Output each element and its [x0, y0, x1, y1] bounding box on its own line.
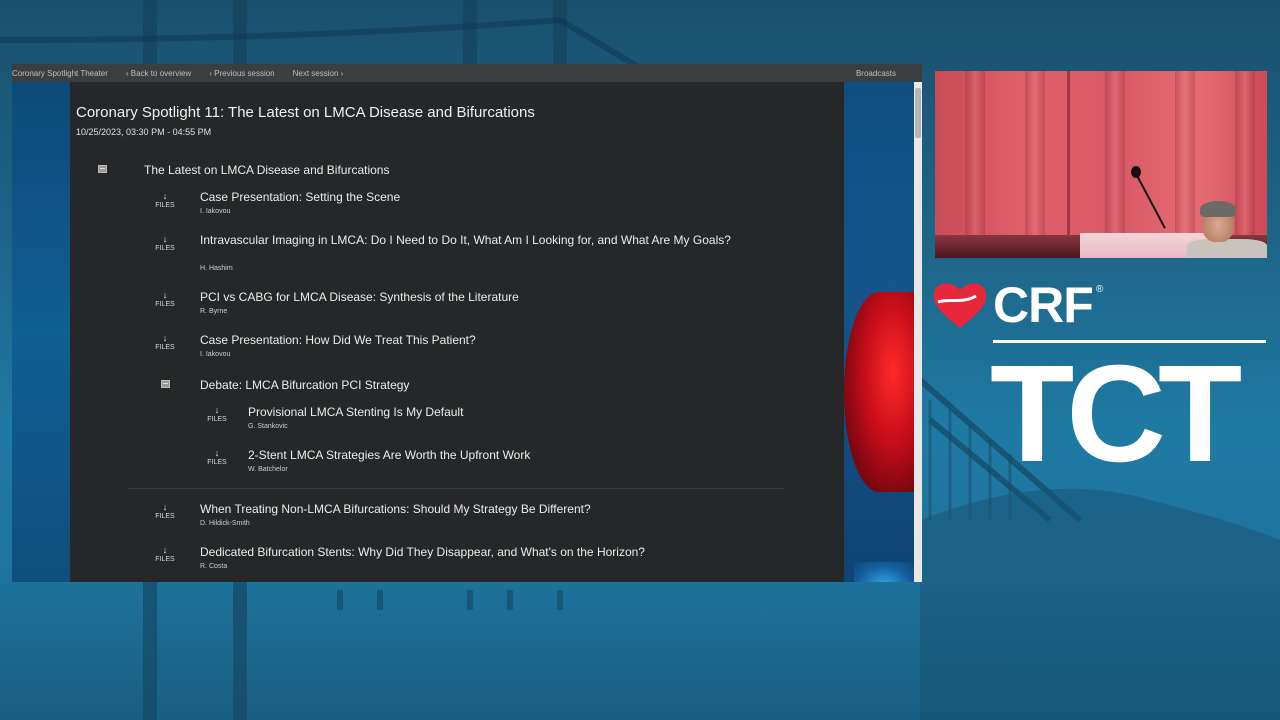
- files-download-button[interactable]: ↓ FILES: [152, 191, 178, 210]
- files-download-button[interactable]: ↓ FILES: [204, 448, 230, 467]
- presentation-title[interactable]: When Treating Non-LMCA Bifurcations: Sho…: [200, 502, 760, 516]
- download-arrow-icon: ↓: [162, 502, 168, 512]
- speaker-video-feed: [935, 71, 1267, 258]
- broadcasts-link[interactable]: Broadcasts: [856, 69, 896, 78]
- files-download-button[interactable]: ↓ FILES: [152, 545, 178, 564]
- curtain-seam: [1067, 71, 1070, 258]
- session-datetime: 10/25/2023, 03:30 PM - 04:55 PM: [76, 127, 212, 137]
- presentation-title[interactable]: Dedicated Bifurcation Stents: Why Did Th…: [200, 545, 760, 559]
- presentation-title[interactable]: 2-Stent LMCA Strategies Are Worth the Up…: [248, 448, 738, 462]
- tct-logo-text: TCT: [990, 337, 1242, 491]
- speaker-body: [1187, 239, 1267, 258]
- presentation-title[interactable]: Case Presentation: How Did We Treat This…: [200, 333, 740, 347]
- presentation-title[interactable]: PCI vs CABG for LMCA Disease: Synthesis …: [200, 290, 740, 304]
- session-title: Coronary Spotlight 11: The Latest on LMC…: [76, 104, 535, 121]
- files-download-button[interactable]: ↓ FILES: [204, 405, 230, 424]
- files-download-button[interactable]: ↓ FILES: [152, 290, 178, 309]
- download-arrow-icon: ↓: [214, 405, 220, 415]
- registered-mark: ®: [1096, 284, 1104, 295]
- files-download-button[interactable]: ↓ FILES: [152, 234, 178, 253]
- session-panel: Coronary Spotlight 11: The Latest on LMC…: [70, 82, 844, 582]
- presentation-speaker[interactable]: G. Stankovic: [248, 423, 288, 430]
- brain-graphic: [844, 292, 914, 492]
- curtain-fold: [1105, 71, 1125, 258]
- crf-heart-logo-icon: [933, 283, 987, 328]
- presentation-title[interactable]: Provisional LMCA Stenting Is My Default: [248, 405, 738, 419]
- presentation-speaker[interactable]: R. Costa: [200, 563, 227, 570]
- slide-background-left: [12, 82, 70, 582]
- brain-graphic-blue: [854, 562, 914, 582]
- theater-link[interactable]: Coronary Spotlight Theater: [12, 69, 108, 78]
- files-download-button[interactable]: ↓ FILES: [152, 502, 178, 521]
- debate-title: Debate: LMCA Bifurcation PCI Strategy: [200, 378, 410, 392]
- previous-session-link[interactable]: ‹ Previous session: [209, 69, 274, 78]
- download-arrow-icon: ↓: [162, 234, 168, 244]
- curtain-fold: [965, 71, 985, 258]
- presentation-speaker[interactable]: I. Iakovou: [200, 351, 230, 358]
- download-arrow-icon: ↓: [162, 545, 168, 555]
- presentation-speaker[interactable]: I. Iakovou: [200, 208, 230, 215]
- presentation-speaker[interactable]: R. Byrne: [200, 308, 227, 315]
- slide-background-right: [844, 82, 914, 582]
- microphone-stem: [1135, 173, 1166, 229]
- presentation-speaker[interactable]: H. Hashim: [200, 265, 233, 272]
- collapse-debate-icon[interactable]: [161, 380, 170, 388]
- back-to-overview-link[interactable]: ‹ Back to overview: [126, 69, 191, 78]
- speaker-hair: [1200, 201, 1236, 217]
- curtain-fold: [1025, 71, 1045, 258]
- next-session-link[interactable]: Next session ›: [293, 69, 344, 78]
- share-top-bar: Coronary Spotlight Theater ‹ Back to ove…: [12, 64, 922, 82]
- presentation-speaker[interactable]: D. Hildick-Smith: [200, 520, 250, 527]
- scrollbar-thumb[interactable]: [915, 88, 921, 138]
- download-arrow-icon: ↓: [162, 333, 168, 343]
- screen-share-window: Coronary Spotlight Theater ‹ Back to ove…: [12, 64, 922, 582]
- backdrop-fade: [0, 580, 1280, 720]
- microphone-icon: [1131, 166, 1141, 178]
- section-divider: [128, 488, 784, 489]
- files-download-button[interactable]: ↓ FILES: [152, 333, 178, 352]
- download-arrow-icon: ↓: [162, 191, 168, 201]
- curtain-fold: [1235, 71, 1255, 258]
- curtain-fold: [1175, 71, 1195, 258]
- download-arrow-icon: ↓: [214, 448, 220, 458]
- scrollbar[interactable]: [914, 82, 922, 582]
- presentation-speaker[interactable]: W. Batchelor: [248, 466, 288, 473]
- crf-logo-text: CRF: [993, 277, 1094, 333]
- group-title: The Latest on LMCA Disease and Bifurcati…: [144, 163, 390, 177]
- download-arrow-icon: ↓: [162, 290, 168, 300]
- presentation-title[interactable]: Intravascular Imaging in LMCA: Do I Need…: [200, 233, 740, 247]
- collapse-group-icon[interactable]: [98, 165, 107, 173]
- presentation-title[interactable]: Case Presentation: Setting the Scene: [200, 190, 740, 204]
